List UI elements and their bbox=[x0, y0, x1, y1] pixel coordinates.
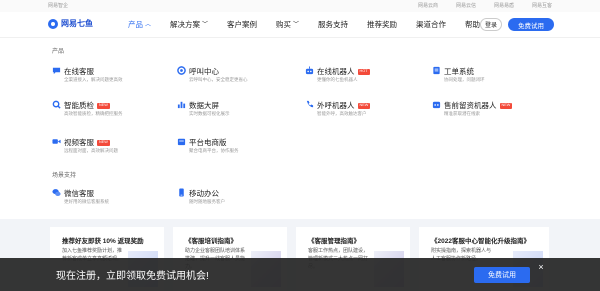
nav-label: 产品 bbox=[128, 20, 143, 29]
menu-item-desc: 实时数据可视化展示 bbox=[189, 111, 230, 116]
menu-item-online-robot[interactable]: 在线机器人 HOT 更懂你的七鱼机器人 bbox=[305, 66, 425, 90]
utility-bar: 网易智企 网易云商 网易云信 网易易盾 网易互客 bbox=[0, 0, 600, 12]
nav-label: 渠道合作 bbox=[416, 20, 447, 29]
menu-item-desc: 精准获取潜在线索 bbox=[444, 111, 480, 116]
nav-item-referral[interactable]: 推荐奖励 bbox=[367, 19, 397, 30]
menu-item-data-screen[interactable]: 数据大屏 实时数据可视化展示 bbox=[177, 100, 297, 124]
menu-item-outbound-robot[interactable]: 外呼机器人 NEW 智能外呼，高效触达客户 bbox=[305, 100, 425, 124]
menu-item-ecommerce[interactable]: 平台电商版 聚合电商平台，协作服务 bbox=[177, 137, 297, 161]
menu-item-desc: 云呼叫中心，安全稳定更省心 bbox=[189, 77, 248, 82]
menu-item-label: 平台电商版 bbox=[189, 138, 227, 147]
menu-item-mobile-office[interactable]: 移动办公 随时随地服务客户 bbox=[177, 188, 297, 212]
menu-item-desc: 智能外呼，高效触达客户 bbox=[317, 111, 367, 116]
nav-label: 推荐奖励 bbox=[367, 20, 398, 29]
parent-brand-link[interactable]: 网易智企 bbox=[48, 2, 68, 9]
quality-check-icon bbox=[52, 100, 61, 109]
new-badge: NEW bbox=[499, 102, 513, 109]
nav-label: 客户案例 bbox=[227, 20, 258, 29]
phone-icon bbox=[177, 66, 186, 75]
data-screen-icon bbox=[177, 101, 186, 109]
card-title: 推荐好友即获 10% 返现奖励 bbox=[62, 238, 144, 245]
banner-text: 现在注册，立即领取免费试用机会! bbox=[56, 271, 209, 282]
menu-item-label: 售前留资机器人 bbox=[444, 101, 497, 110]
hot-badge: HOT bbox=[357, 68, 370, 75]
robot-icon bbox=[305, 66, 314, 75]
nav-label: 帮助 bbox=[465, 20, 481, 29]
wechat-icon bbox=[52, 189, 61, 197]
menu-item-label: 数据大屏 bbox=[189, 101, 219, 110]
main-header: 网易七鱼 产品 ︿ 解决方案 ﹀ 客户案例 购买 ﹀ 服务支持 推荐奖励 渠道合作 bbox=[0, 12, 600, 38]
menu-item-online-service[interactable]: 在线客服 全渠道接入，解决问题更高效 bbox=[52, 66, 172, 90]
new-badge: NEW bbox=[357, 102, 371, 109]
nav-item-solutions[interactable]: 解决方案 ﹀ bbox=[170, 19, 208, 30]
utility-link[interactable]: 网易云商 bbox=[418, 2, 438, 9]
ecommerce-icon bbox=[177, 138, 186, 146]
mobile-icon bbox=[179, 188, 184, 197]
nav-label: 购买 bbox=[276, 20, 292, 29]
menu-item-desc: 更好用的微信客服系统 bbox=[64, 199, 109, 204]
menu-item-desc: 聚合电商平台，协作服务 bbox=[189, 148, 239, 153]
section-title-product: 产品 bbox=[52, 49, 65, 55]
menu-item-desc: 高效智能质检，精确把控服务 bbox=[64, 111, 123, 116]
nav-label: 服务支持 bbox=[318, 20, 349, 29]
lead-robot-icon bbox=[432, 101, 441, 109]
menu-item-desc: 远程面对面，高效解决问题 bbox=[64, 148, 118, 153]
utility-link[interactable]: 网易互客 bbox=[532, 2, 552, 9]
menu-item-label: 外呼机器人 bbox=[317, 101, 355, 110]
product-dropdown-menu: 产品 在线客服 全渠道接入，解决问题更高效 呼叫中心 云呼叫中心，安全稳定更省心… bbox=[0, 39, 600, 219]
menu-item-label: 在线客服 bbox=[64, 67, 94, 76]
menu-item-ticket-system[interactable]: 工单系统 协同处理，问题闭环 bbox=[432, 66, 552, 90]
utility-link[interactable]: 网易云信 bbox=[456, 2, 476, 9]
chevron-down-icon: ﹀ bbox=[202, 21, 209, 28]
menu-item-desc: 随时随地服务客户 bbox=[189, 199, 225, 204]
nav-item-cases[interactable]: 客户案例 bbox=[227, 19, 257, 30]
menu-item-video-service[interactable]: 视频客服 NEW 远程面对面，高效解决问题 bbox=[52, 137, 172, 161]
outbound-robot-icon bbox=[306, 100, 314, 108]
menu-item-lead-robot[interactable]: 售前留资机器人 NEW 精准获取潜在线索 bbox=[432, 100, 552, 124]
chevron-up-icon: ︿ bbox=[145, 21, 152, 28]
menu-item-label: 微信客服 bbox=[64, 189, 94, 198]
login-button[interactable]: 登录 bbox=[480, 18, 502, 31]
nav-label: 解决方案 bbox=[170, 20, 201, 29]
nav-item-channel[interactable]: 渠道合作 bbox=[416, 19, 446, 30]
page: 网易智企 网易云商 网易云信 网易易盾 网易互客 网易七鱼 产品 ︿ 解决方案 ﹀ … bbox=[0, 0, 600, 291]
section-title-scene: 场景支持 bbox=[52, 173, 77, 179]
menu-item-label: 智能质检 bbox=[64, 101, 94, 110]
menu-item-smart-quality[interactable]: 智能质检 NEW 高效智能质检，精确把控服务 bbox=[52, 100, 172, 124]
chevron-down-icon: ﹀ bbox=[293, 21, 300, 28]
utility-link[interactable]: 网易易盾 bbox=[494, 2, 514, 9]
close-icon[interactable]: × bbox=[536, 262, 546, 272]
menu-item-label: 呼叫中心 bbox=[189, 67, 219, 76]
menu-item-label: 移动办公 bbox=[189, 189, 219, 198]
card-title: 《2022客服中心智能化升级指南》 bbox=[431, 238, 530, 245]
logo[interactable]: 网易七鱼 bbox=[48, 18, 93, 29]
card-title: 《客服培训指南》 bbox=[185, 238, 237, 245]
nav-item-purchase[interactable]: 购买 ﹀ bbox=[276, 19, 299, 30]
menu-item-label: 在线机器人 bbox=[317, 67, 355, 76]
menu-item-desc: 全渠道接入，解决问题更高效 bbox=[64, 77, 123, 82]
card-title: 《客服管理指南》 bbox=[308, 238, 360, 245]
main-nav: 产品︿ 解决方案﹀ 客户案例 购买﹀ 服务支持 推荐奖励 渠道合作 帮助﹀ bbox=[128, 19, 507, 30]
menu-item-label: 视频客服 bbox=[64, 138, 94, 147]
menu-item-call-center[interactable]: 呼叫中心 云呼叫中心，安全稳定更省心 bbox=[177, 66, 297, 90]
free-trial-button[interactable]: 免费试用 bbox=[508, 18, 554, 31]
signup-banner: 现在注册，立即领取免费试用机会! 免费试用 × bbox=[0, 258, 600, 291]
nav-item-support[interactable]: 服务支持 bbox=[318, 19, 348, 30]
logo-icon bbox=[48, 18, 58, 29]
menu-item-desc: 协同处理，问题闭环 bbox=[444, 77, 485, 82]
utility-links: 网易云商 网易云信 网易易盾 网易互客 bbox=[418, 2, 552, 9]
nav-item-product[interactable]: 产品 ︿ bbox=[128, 19, 151, 30]
menu-item-label: 工单系统 bbox=[444, 67, 474, 76]
video-icon bbox=[52, 139, 61, 144]
menu-item-wechat-service[interactable]: 微信客服 更好用的微信客服系统 bbox=[52, 188, 172, 212]
logo-text: 网易七鱼 bbox=[61, 19, 93, 28]
banner-free-trial-button[interactable]: 免费试用 bbox=[474, 267, 530, 283]
menu-item-desc: 更懂你的七鱼机器人 bbox=[317, 77, 358, 82]
new-badge: NEW bbox=[97, 139, 110, 146]
ticket-icon bbox=[433, 66, 440, 75]
chat-bubble-icon bbox=[52, 67, 61, 75]
new-badge: NEW bbox=[97, 102, 110, 109]
